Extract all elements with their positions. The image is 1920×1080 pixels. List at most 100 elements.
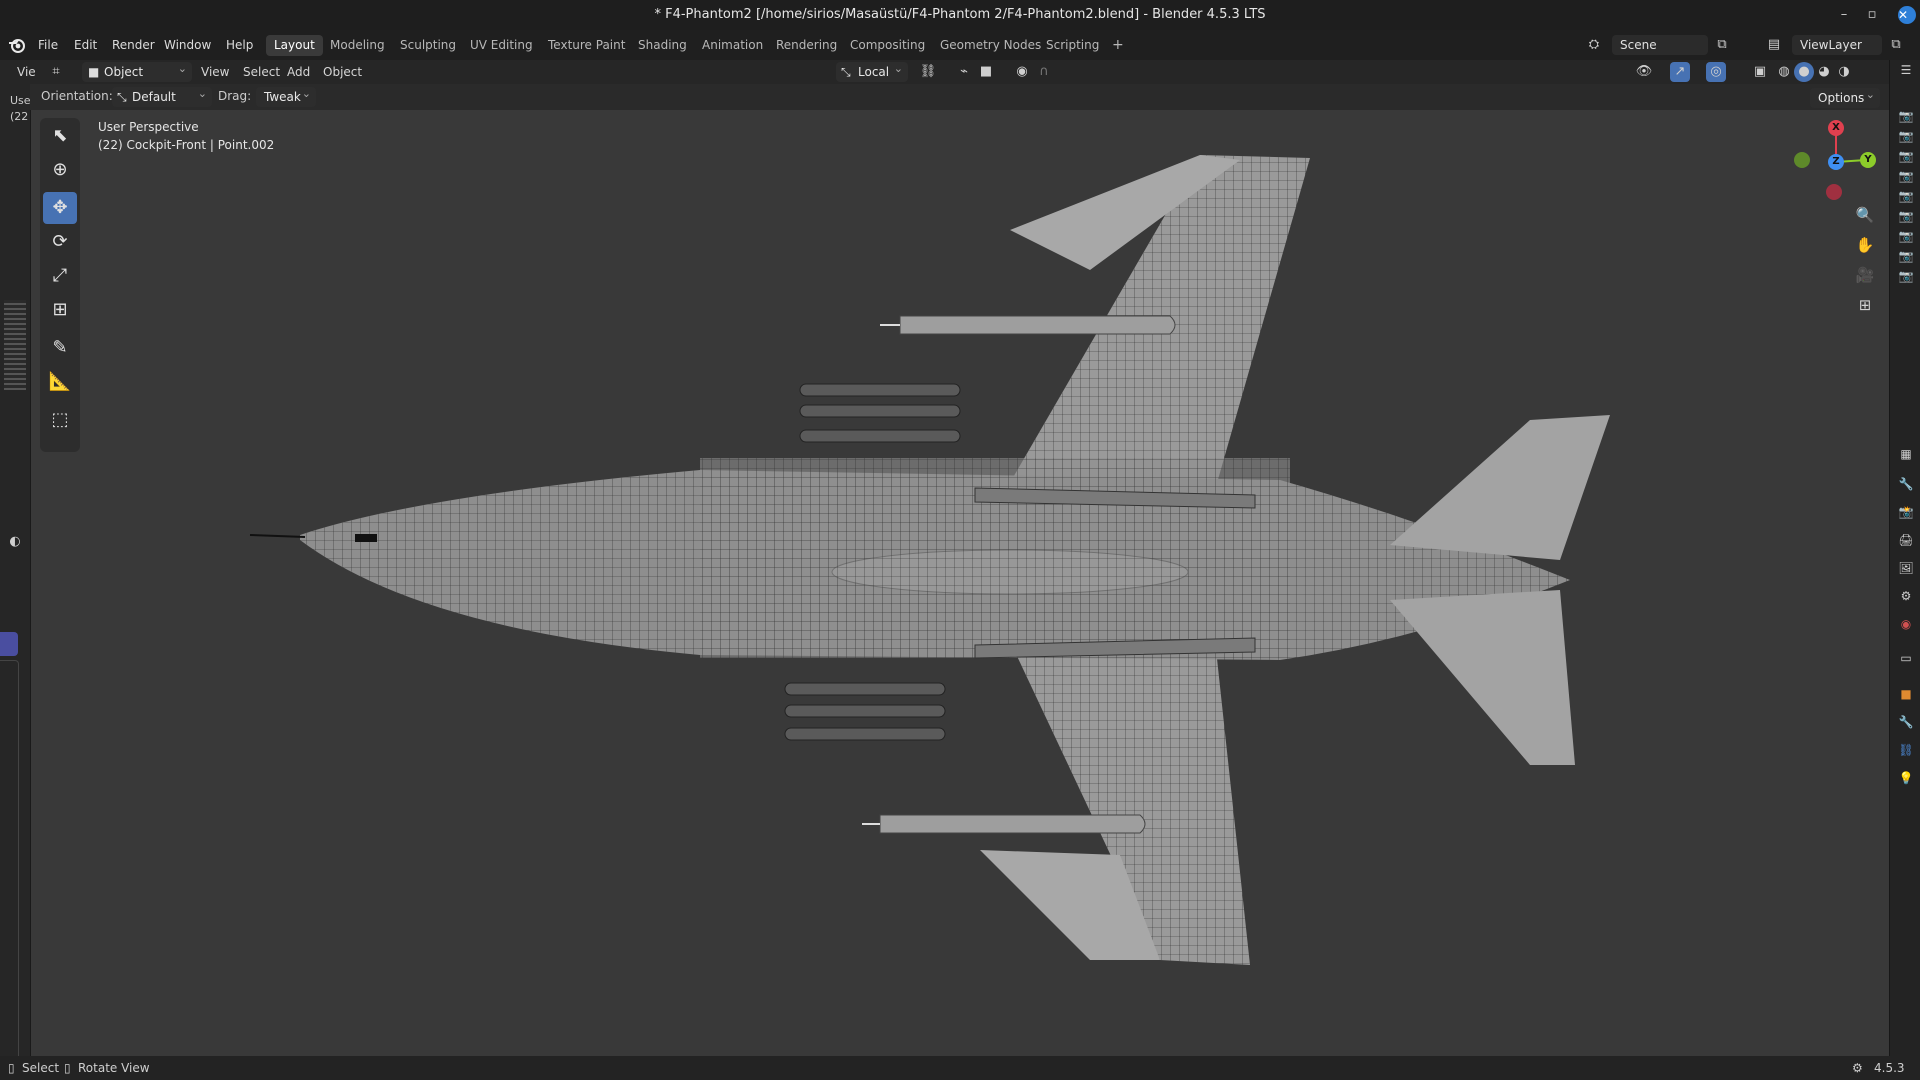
menu-edit[interactable]: Edit [66,30,105,60]
restore-button[interactable]: ▫ [1858,0,1886,30]
orientation-dropdown[interactable]: ⤡ Default [112,84,212,107]
gizmo-toggle-icon[interactable]: ↗ [1670,62,1690,82]
tab-modeling[interactable]: Modeling [322,35,393,56]
add-workspace-button[interactable]: + [1104,35,1132,56]
snap-icon[interactable]: ⌁ [954,62,974,82]
world-properties-icon[interactable]: ◉ [1898,616,1914,632]
snap-target-icon[interactable]: ■ [976,62,996,82]
falloff-icon[interactable]: ∩ [1034,62,1054,82]
left-strip-active-slot[interactable] [0,632,18,656]
camera-row-icon[interactable]: 📷 [1898,108,1914,124]
view-layer-selector[interactable]: ViewLayer [1792,35,1882,55]
tool-properties-icon[interactable]: 🔧 [1898,476,1914,492]
tab-compositing[interactable]: Compositing [842,35,933,56]
proportional-edit-icon[interactable]: ◉ [1012,62,1032,82]
close-button[interactable]: ✕ [1898,6,1916,24]
properties-editor-icon[interactable]: ▦ [1898,446,1914,462]
visibility-icon[interactable]: 👁 [1634,62,1654,82]
axis-y-handle[interactable]: Y [1860,152,1876,168]
material-shading-icon[interactable]: ◕ [1814,62,1834,82]
move-tool-icon[interactable]: ✥ [43,192,77,224]
select-box-tool-icon[interactable]: ⬉ [43,120,77,152]
blender-version: 4.5.3 [1874,1061,1905,1075]
mode-selector[interactable]: ■ Object Mode [82,59,192,99]
outliner-editor-icon[interactable]: ☰ [1898,62,1914,78]
ortho-toggle-icon[interactable]: ⊞ [1852,292,1878,318]
constraint-properties-icon[interactable]: ⛓ [1898,742,1914,758]
camera-row-icon[interactable]: 📷 [1898,268,1914,284]
view-layer-icon[interactable]: ▤ [1764,35,1784,55]
editor-type-icon[interactable]: ⌗ [46,62,66,82]
view-layer-properties-icon[interactable]: 🖼 [1898,560,1914,576]
solid-shading-icon[interactable]: ● [1794,62,1814,82]
tab-layout[interactable]: Layout [266,35,323,56]
scene-selector[interactable]: Scene [1612,35,1708,55]
tab-uv-editing[interactable]: UV Editing [462,35,541,56]
camera-row-icon[interactable]: 📷 [1898,148,1914,164]
scene-icon[interactable]: ⛭ [1584,35,1604,55]
zoom-icon[interactable]: 🔍 [1852,202,1878,228]
menu-object[interactable]: Object [316,62,369,82]
3d-viewport[interactable]: Options [31,85,1889,1056]
camera-row-icon[interactable]: 📷 [1898,168,1914,184]
new-scene-icon[interactable]: ⧉ [1712,35,1732,55]
navigation-gizmo[interactable]: X Y Z [1790,118,1880,208]
transform-orientation-dropdown[interactable]: ⤡ Local [836,59,908,82]
tab-sculpting[interactable]: Sculpting [392,35,464,56]
add-cube-tool-icon[interactable]: ⬚ [43,404,77,436]
tab-animation[interactable]: Animation [694,35,771,56]
left-strip-preview [4,300,26,390]
collection-properties-icon[interactable]: ▭ [1898,650,1914,666]
output-properties-icon[interactable]: 🖨 [1898,532,1914,548]
transform-tool-icon[interactable]: ⊞ [43,294,77,326]
menu-help[interactable]: Help [218,30,261,60]
scale-tool-icon[interactable]: ⤢ [43,260,77,292]
right-properties-strip: ☰ 📷 📷 📷 📷 📷 📷 📷 📷 📷 ▦ 🔧 📸 🖨 🖼 ⚙ ◉ ▭ ■ 🔧 … [1889,60,1920,1060]
menu-add[interactable]: Add [280,62,317,82]
menu-file[interactable]: File [30,30,66,60]
axis-neg-x-handle[interactable] [1826,184,1842,200]
wireframe-shading-icon[interactable]: ◍ [1774,62,1794,82]
options-dropdown[interactable]: Options [1810,85,1880,108]
tab-scripting[interactable]: Scripting [1038,35,1107,56]
xray-toggle-icon[interactable]: ▣ [1750,62,1770,82]
pivot-point-icon[interactable]: ⛓ [918,62,938,82]
menu-view[interactable]: View [194,62,236,82]
new-view-layer-icon[interactable]: ⧉ [1886,35,1906,55]
menu-render[interactable]: Render [104,30,163,60]
rotate-tool-icon[interactable]: ⟳ [43,226,77,258]
axis-neg-y-handle[interactable] [1794,152,1810,168]
modifier-properties-icon[interactable]: 🔧 [1898,714,1914,730]
menu-window[interactable]: Window [156,30,219,60]
rendered-shading-icon[interactable]: ◑ [1834,62,1854,82]
transform-orientation-label: Local [858,65,890,79]
blender-logo-icon[interactable] [8,36,26,54]
annotate-tool-icon[interactable]: ✎ [43,332,77,364]
aircraft-model[interactable] [31,110,1889,1056]
scene-properties-icon[interactable]: ⚙ [1898,588,1914,604]
tab-shading[interactable]: Shading [630,35,695,56]
measure-tool-icon[interactable]: 📐 [43,366,77,398]
data-properties-icon[interactable]: 💡 [1898,770,1914,786]
drag-dropdown[interactable]: Tweak [256,84,316,107]
camera-row-icon[interactable]: 📷 [1898,188,1914,204]
pan-hand-icon[interactable]: ✋ [1852,232,1878,258]
object-properties-icon[interactable]: ■ [1898,686,1914,702]
minimize-button[interactable]: – [1830,0,1858,30]
camera-row-icon[interactable]: 📷 [1898,228,1914,244]
overlays-toggle-icon[interactable]: ◎ [1706,62,1726,82]
axis-z-handle[interactable]: Z [1828,154,1844,170]
left-strip-view-menu[interactable]: Vie [10,62,43,82]
mouse-middle-icon: ▯ [64,1061,71,1075]
render-properties-icon[interactable]: 📸 [1898,504,1914,520]
camera-row-icon[interactable]: 📷 [1898,208,1914,224]
tab-rendering[interactable]: Rendering [768,35,845,56]
tab-texture-paint[interactable]: Texture Paint [540,35,633,56]
cursor-tool-icon[interactable]: ⊕ [43,154,77,186]
camera-row-icon[interactable]: 📷 [1898,128,1914,144]
axis-x-handle[interactable]: X [1828,120,1844,136]
camera-view-icon[interactable]: 🎥 [1852,262,1878,288]
left-strip-icon[interactable]: ◐ [5,532,25,552]
tab-geometry-nodes[interactable]: Geometry Nodes [932,35,1049,56]
camera-row-icon[interactable]: 📷 [1898,248,1914,264]
